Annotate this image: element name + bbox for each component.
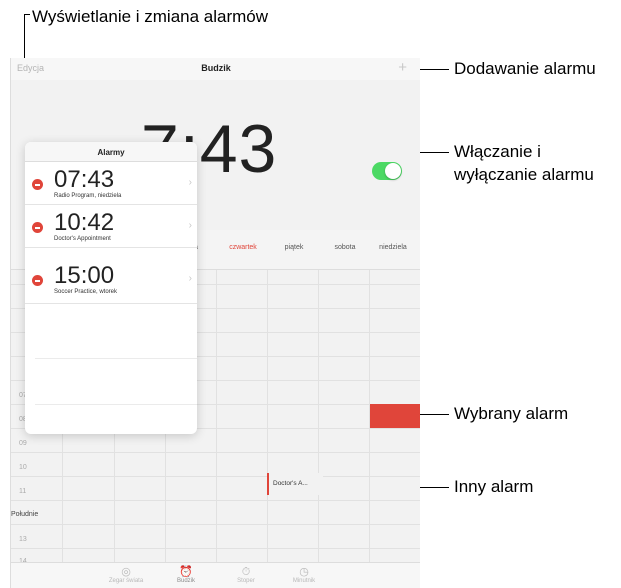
other-alarm-event[interactable]: Doctor's A...: [267, 473, 323, 495]
page-title: Budzik: [201, 63, 231, 73]
callout-other: Inny alarm: [454, 477, 534, 496]
callout-edit: Wyświetlanie i zmiana alarmów: [32, 7, 269, 26]
hour-label: 11: [19, 488, 27, 495]
delete-icon[interactable]: [32, 275, 43, 286]
chevron-right-icon: ›: [188, 273, 192, 284]
hour-label: 10: [19, 464, 27, 471]
selected-alarm-event[interactable]: [370, 404, 420, 428]
alarm-list-item[interactable]: 07:43 Radio Program, niedziela ›: [25, 163, 197, 205]
hour-label: 13: [19, 536, 27, 543]
tab-world-clock[interactable]: ◎ Zegar świata: [101, 566, 151, 584]
callout-add-line: [417, 69, 449, 70]
alarm-list-item[interactable]: 10:42 Doctor's Appointment ›: [25, 206, 197, 248]
alarm-time: 15:00: [54, 262, 115, 289]
alarm-label: Doctor's Appointment: [54, 236, 111, 242]
alarm-list-item[interactable]: 15:00 Soccer Practice, wtorek ›: [25, 259, 197, 304]
tab-alarm[interactable]: ⏰ Budzik: [161, 566, 211, 584]
chevron-right-icon: ›: [188, 220, 192, 231]
hour-label: 09: [19, 440, 27, 447]
tab-bar: ◎ Zegar świata ⏰ Budzik ⏱ Stoper ◷ Minut…: [11, 562, 420, 588]
delete-icon[interactable]: [32, 179, 43, 190]
popover-title: Alarmy: [25, 142, 197, 162]
add-alarm-button[interactable]: +: [398, 59, 407, 76]
hour-label-noon: Południe: [11, 511, 39, 518]
alarm-toggle[interactable]: [372, 162, 402, 180]
delete-icon[interactable]: [32, 222, 43, 233]
tab-label: Zegar świata: [108, 578, 144, 584]
callout-toggle-line2: wyłączanie alarmu: [454, 165, 594, 184]
grid-row-line: [11, 476, 420, 477]
day-label: niedziela: [379, 244, 407, 251]
day-label: sobota: [334, 244, 356, 251]
day-label-today: czwartek: [229, 244, 257, 251]
grid-row-line: [11, 548, 420, 549]
grid-column-line: [267, 270, 268, 562]
grid-row-line: [11, 452, 420, 453]
tab-timer[interactable]: ◷ Minutnik: [279, 566, 329, 584]
alarm-time: 10:42: [54, 209, 115, 236]
chevron-right-icon: ›: [188, 177, 192, 188]
tab-stopwatch[interactable]: ⏱ Stoper: [221, 566, 271, 584]
grid-row-line: [11, 524, 420, 525]
alarm-time: 07:43: [54, 166, 115, 193]
globe-icon: ◎: [121, 566, 131, 578]
callout-toggle-line1: Włączanie i: [454, 142, 541, 161]
list-divider: [35, 404, 197, 405]
tab-label: Budzik: [176, 578, 195, 584]
tab-label: Minutnik: [292, 578, 316, 584]
timer-icon: ◷: [299, 566, 309, 578]
grid-column-line: [318, 270, 319, 562]
alarms-popover: Alarmy 07:43 Radio Program, niedziela › …: [25, 142, 197, 434]
alarm-label: Soccer Practice, wtorek: [54, 289, 118, 295]
day-label: piątek: [284, 244, 304, 251]
nav-bar: Edycja Budzik +: [11, 58, 420, 80]
alarm-clock-icon: ⏰: [179, 566, 193, 578]
callout-edit-line-tick: [24, 14, 30, 15]
grid-row-line: [11, 500, 420, 501]
callout-selected: Wybrany alarm: [454, 404, 569, 423]
ipad-screen: Edycja Budzik + 7:43 oda czwartek piątek…: [10, 58, 420, 588]
toggle-knob: [385, 163, 401, 179]
alarm-label: Radio Program, niedziela: [54, 193, 122, 199]
callout-edit-line: [24, 14, 25, 64]
list-divider: [35, 358, 197, 359]
stopwatch-icon: ⏱: [241, 566, 251, 578]
callout-add: Dodawanie alarmu: [454, 59, 596, 78]
grid-column-line: [216, 270, 217, 562]
tab-label: Stoper: [237, 578, 255, 584]
